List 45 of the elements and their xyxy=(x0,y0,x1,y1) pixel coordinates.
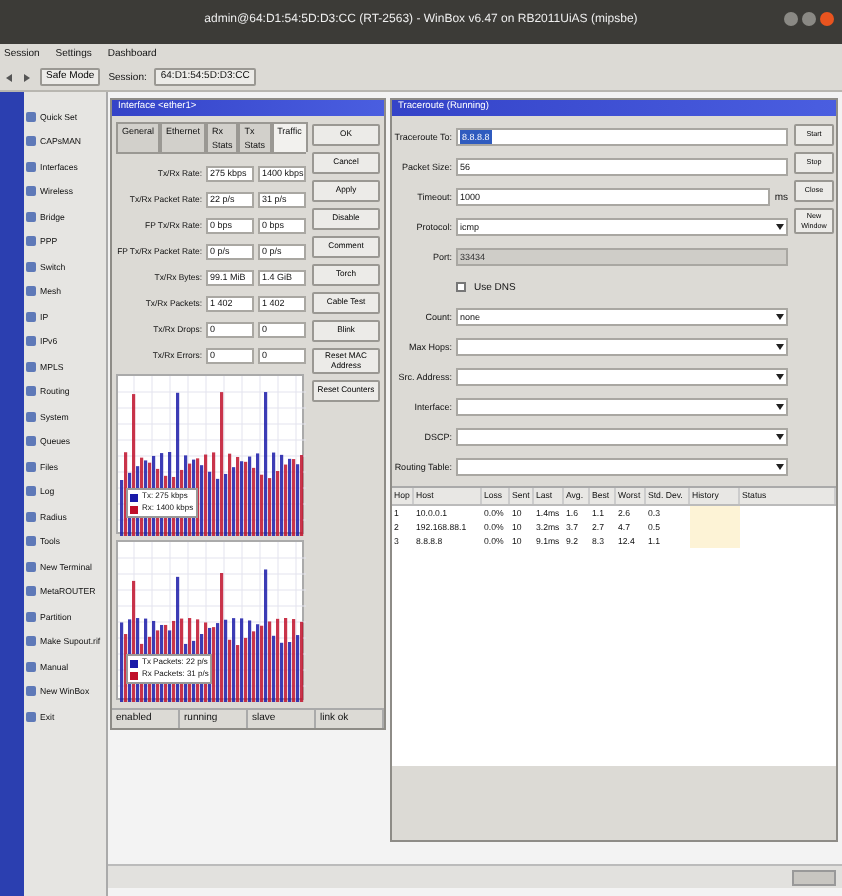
square-icon xyxy=(26,536,36,547)
square-icon xyxy=(26,586,36,597)
checkbox[interactable] xyxy=(456,282,466,292)
square-icon xyxy=(26,361,36,372)
square-icon xyxy=(26,486,36,497)
dropdown-arrow-icon[interactable] xyxy=(776,374,784,380)
dropdown-arrow-icon[interactable] xyxy=(776,344,784,350)
undo-icon[interactable] xyxy=(6,73,12,81)
horizontal-scrollbar[interactable] xyxy=(108,864,842,888)
square-icon xyxy=(26,261,36,272)
square-icon xyxy=(26,686,36,697)
dropdown-arrow-icon[interactable] xyxy=(776,224,784,230)
square-icon xyxy=(26,611,36,622)
redo-icon[interactable] xyxy=(24,73,30,81)
dropdown-field[interactable] xyxy=(456,428,788,446)
square-icon xyxy=(26,311,36,322)
square-icon xyxy=(26,561,36,572)
close-button[interactable] xyxy=(820,12,834,26)
square-icon xyxy=(26,186,36,197)
square-icon xyxy=(26,161,36,172)
minimize-button[interactable] xyxy=(784,12,798,26)
square-icon xyxy=(26,661,36,672)
square-icon xyxy=(26,386,36,397)
dropdown-arrow-icon[interactable] xyxy=(776,404,784,410)
dropdown-field[interactable] xyxy=(456,368,788,386)
scrollbar-thumb[interactable] xyxy=(792,869,836,885)
dropdown-field[interactable] xyxy=(456,458,788,476)
maximize-button[interactable] xyxy=(802,12,816,26)
square-icon xyxy=(26,236,36,247)
dropdown-arrow-icon[interactable] xyxy=(776,464,784,470)
square-icon xyxy=(26,286,36,297)
square-icon xyxy=(26,436,36,447)
dropdown-field[interactable] xyxy=(456,398,788,416)
square-icon xyxy=(26,511,36,522)
square-icon xyxy=(26,461,36,472)
square-icon xyxy=(26,711,36,722)
dropdown-field[interactable] xyxy=(456,338,788,356)
dropdown-arrow-icon[interactable] xyxy=(776,434,784,440)
square-icon xyxy=(26,136,36,147)
square-icon xyxy=(26,111,36,122)
square-icon xyxy=(26,636,36,647)
dropdown-arrow-icon[interactable] xyxy=(776,314,784,320)
square-icon xyxy=(26,336,36,347)
square-icon xyxy=(26,411,36,422)
square-icon xyxy=(26,211,36,222)
